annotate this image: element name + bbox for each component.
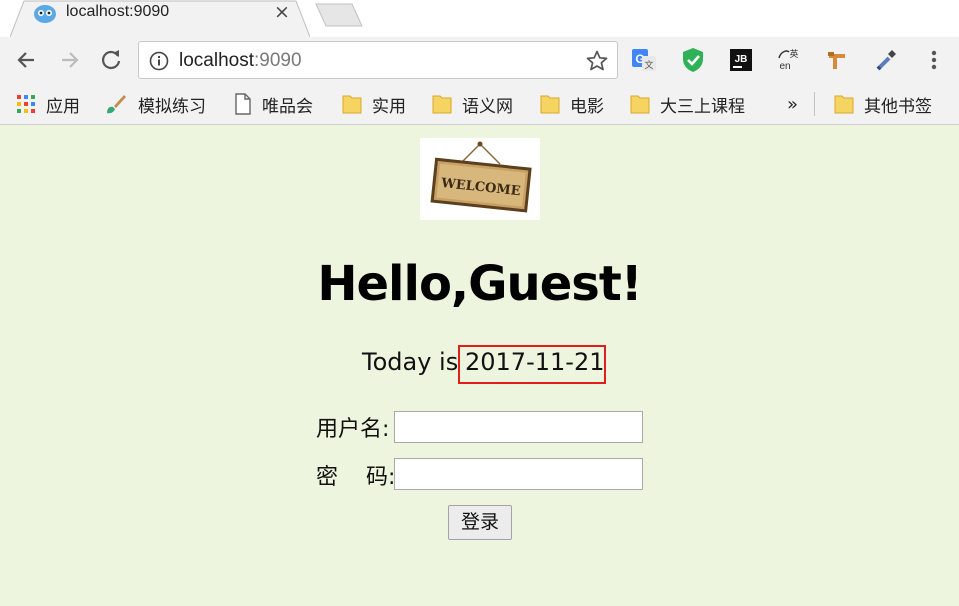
more-vert-icon[interactable]	[920, 46, 948, 74]
bookmarks-bar: 应用 模拟练习 唯品会 实用 语义网 电影 大三上课程 » 其他书签	[0, 84, 959, 125]
svg-text:en: en	[779, 61, 790, 72]
today-label: Today is	[362, 348, 459, 376]
password-input[interactable]	[394, 458, 643, 490]
page-icon	[235, 93, 251, 115]
info-icon[interactable]	[149, 51, 169, 71]
folder-icon	[834, 95, 854, 114]
bookmark-label: 应用	[46, 96, 80, 117]
bookmark-label: 电影	[570, 96, 604, 117]
brush-icon	[107, 95, 126, 114]
bookmark-vip[interactable]: 唯品会	[234, 92, 313, 117]
chevron-double-right-icon: »	[787, 93, 799, 115]
bookmark-label: 语义网	[462, 96, 513, 117]
browser-toolbar: localhost:9090 G 文 JB 英 en	[0, 37, 959, 84]
username-input[interactable]	[394, 411, 643, 443]
tab-favicon-icon	[34, 5, 56, 23]
bookmark-apps[interactable]: 应用	[16, 92, 80, 117]
bookmark-folder-movies[interactable]: 电影	[540, 92, 604, 117]
back-arrow-icon[interactable]	[14, 47, 40, 73]
bookmark-label: 其他书签	[864, 96, 932, 117]
bookmark-label: 唯品会	[262, 96, 313, 117]
apps-grid-icon	[17, 95, 35, 113]
bookmarks-separator	[814, 92, 815, 116]
reload-icon[interactable]	[98, 47, 124, 73]
current-date: 2017-11-21	[465, 348, 605, 376]
bookmark-folder-useful[interactable]: 实用	[342, 92, 406, 117]
forward-arrow-icon[interactable]	[56, 47, 82, 73]
welcome-sign-image: WELCOME	[420, 138, 540, 220]
new-tab-button[interactable]	[314, 2, 364, 28]
bookmark-label: 实用	[372, 96, 406, 117]
wrench-icon[interactable]	[824, 46, 852, 74]
eyedropper-icon[interactable]	[872, 46, 900, 74]
page-content: WELCOME Hello,Guest! Today is 2017-11-21…	[0, 126, 959, 606]
url-host: localhost	[179, 50, 254, 71]
bookmarks-overflow-button[interactable]: »	[787, 92, 798, 116]
bookmark-star-icon[interactable]	[585, 49, 609, 73]
login-button[interactable]: 登录	[448, 505, 512, 540]
bookmark-label: 大三上课程	[660, 96, 745, 117]
jetbrains-icon[interactable]: JB	[727, 46, 755, 74]
svg-text:英: 英	[789, 48, 798, 60]
bookmark-folder-other[interactable]: 其他书签	[834, 92, 932, 117]
bookmark-label: 模拟练习	[138, 96, 206, 117]
tab-strip: localhost:9090 ×	[0, 0, 959, 37]
svg-text:文: 文	[644, 59, 653, 71]
translate-en-icon[interactable]: 英 en	[775, 46, 803, 74]
folder-icon	[342, 95, 362, 114]
url-text[interactable]: localhost:9090	[179, 50, 302, 72]
tab-title: localhost:9090	[66, 3, 170, 20]
password-label: 密 码:	[316, 465, 396, 490]
folder-icon	[540, 95, 560, 114]
address-bar[interactable]: localhost:9090	[138, 41, 618, 79]
url-port: :9090	[254, 50, 302, 71]
folder-icon	[630, 95, 650, 114]
greeting-heading: Hello,Guest!	[317, 256, 642, 312]
google-translate-icon[interactable]: G 文	[630, 46, 658, 74]
shield-check-icon[interactable]	[679, 46, 707, 74]
bookmark-folder-courses[interactable]: 大三上课程	[630, 92, 745, 117]
folder-icon	[432, 95, 452, 114]
bookmark-practice[interactable]: 模拟练习	[104, 92, 206, 117]
tab-close-icon[interactable]: ×	[274, 1, 290, 23]
bookmark-folder-semantic-web[interactable]: 语义网	[432, 92, 513, 117]
username-label: 用户名:	[316, 417, 390, 442]
svg-text:JB: JB	[735, 54, 748, 65]
